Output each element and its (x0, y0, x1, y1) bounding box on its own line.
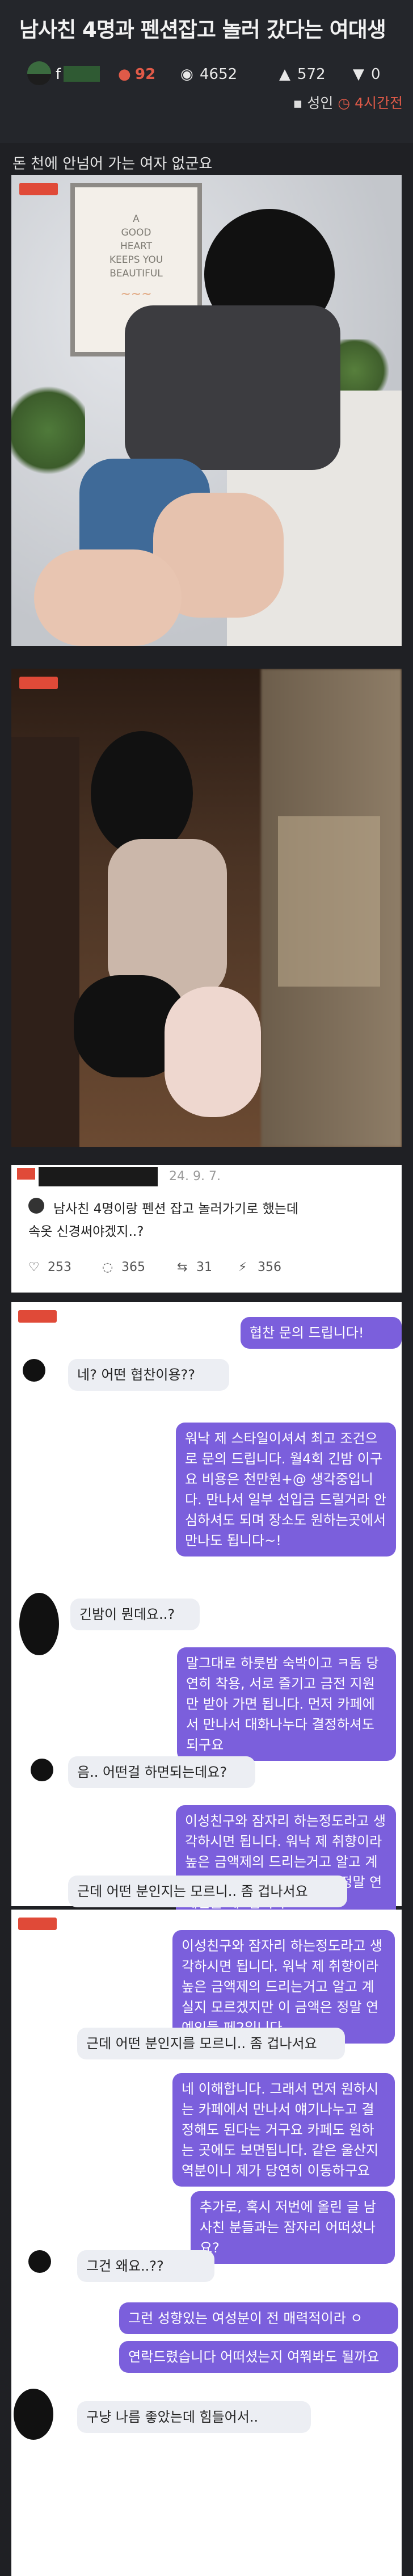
tweet-text-1: 남사친 4명이랑 펜션 잡고 놀러가기로 했는데 (53, 1202, 299, 1216)
watermark-logo (19, 183, 58, 195)
tweet-replies: 365 (121, 1260, 145, 1274)
chat-message: 말그대로 하룻밤 숙박이고 ㅋ돔 당연히 착용, 서로 즐기고 금전 지원만 받… (177, 1647, 396, 1761)
chat-message: 협찬 문의 드립니다! (241, 1317, 402, 1349)
tweet-retweets: 31 (196, 1260, 212, 1274)
blurred-face (91, 731, 193, 856)
frame-line: HEART (120, 241, 153, 252)
chat-message: 그건 왜요..?? (77, 2250, 214, 2282)
frame-line: KEEPS YOU (109, 254, 163, 266)
like-count: 572 (297, 66, 326, 83)
chat-message: 근데 어떤 분인지는 모르니.. 좀 겁나서요 (68, 1876, 347, 1907)
tweet-text-2: 속옷 신경써야겠지..? (28, 1224, 144, 1239)
category[interactable]: 성인 (307, 95, 333, 111)
tweet-avatar (28, 1198, 44, 1214)
watermark-logo (18, 1310, 57, 1323)
tweet-card: 24. 9. 7. 남사친 4명이랑 펜션 잡고 놀러가기로 했는데 속옷 신경… (11, 1165, 402, 1293)
comment-icon: ● (118, 66, 131, 83)
sweater (125, 305, 340, 470)
heart-icon[interactable]: ♡ (28, 1260, 40, 1274)
author-name-blur (64, 66, 100, 82)
chat-message: 추가로, 혹시 저번에 올린 글 남사친 분들과는 잠자리 어떠셨나요? (191, 2191, 395, 2264)
frame-line: BEAUTIFUL (109, 268, 163, 279)
retweet-icon[interactable]: ⇆ (177, 1260, 187, 1274)
tweet-views: 356 (258, 1260, 281, 1274)
chat-message: 네 이해합니다. 그래서 먼저 원하시는 카페에서 만나서 얘기나누고 결정해도… (172, 2073, 395, 2187)
photo-1: A GOOD HEART KEEPS YOU BEAUTIFUL ~~~ (11, 175, 402, 646)
blurred-avatar (19, 1593, 59, 1655)
reply-icon[interactable]: ◌ (102, 1260, 113, 1274)
dislike-icon[interactable]: ▼ (353, 66, 364, 83)
chat-message: 네? 어떤 협찬이용?? (68, 1359, 229, 1391)
post-stats: f ● 92 ◉ 4652 ▲ 572 ▼ 0 (24, 61, 398, 89)
photo-2 (11, 669, 402, 1147)
comment-count[interactable]: 92 (135, 66, 155, 83)
views-icon: ⚡ (238, 1260, 247, 1274)
chat-message: 이성친구와 잠자리 하는정도라고 생각하시면 됩니다. 워낙 제 취향이라 높은… (172, 1930, 395, 2044)
chat-message: 그런 성향있는 여성분이 전 매력적이라 ㅇ (119, 2302, 398, 2334)
post-time: 4시간전 (355, 95, 403, 111)
view-icon: ◉ (180, 66, 193, 83)
frame-line: GOOD (121, 227, 151, 238)
author-avatar[interactable] (27, 61, 51, 85)
chat-message: 워낙 제 스타일이셔서 최고 조건으로 문의 드립니다. 월4회 긴밤 이구요 … (176, 1423, 396, 1556)
chat-screenshot-2: 이성친구와 잠자리 하는정도라고 생각하시면 됩니다. 워낙 제 취향이라 높은… (11, 1910, 402, 2576)
chat-screenshot-1: 협찬 문의 드립니다! 네? 어떤 협찬이용?? 워낙 제 스타일이셔서 최고 … (11, 1302, 402, 1919)
post-title: 남사친 4명과 펜션잡고 놀러 갔다는 여대생 (19, 18, 386, 42)
post-intro: 돈 천에 안넘어 가는 여자 없군요 (12, 156, 213, 173)
author-name[interactable]: f (56, 66, 61, 83)
dislike-count: 0 (371, 66, 381, 83)
chat-message: 근데 어떤 분인지를 모르니.. 좀 겁나서요 (77, 2028, 345, 2059)
chat-message: 긴밤이 뭔데요..? (70, 1599, 200, 1630)
clock-icon: ◷ (338, 95, 355, 111)
chat-message: 음.. 어떤걸 하면되는데요? (68, 1756, 255, 1788)
like-icon[interactable]: ▲ (279, 66, 290, 83)
post-meta: ▪ 성인 ◷ 4시간전 (293, 92, 403, 112)
post-header: 남사친 4명과 펜션잡고 놀러 갔다는 여대생 f ● 92 ◉ 4652 ▲ … (0, 0, 413, 143)
redacted-name (39, 1167, 158, 1186)
tweet-likes: 253 (48, 1260, 71, 1274)
view-count: 4652 (200, 66, 238, 83)
blurred-avatar (23, 1359, 45, 1382)
blurred-avatar (31, 1759, 53, 1781)
category-icon: ▪ (293, 95, 307, 111)
chat-message: 구냥 나름 좋았는데 힘들어서.. (77, 2401, 311, 2433)
watermark-logo (18, 1918, 57, 1930)
blurred-avatar (28, 2250, 51, 2273)
top (108, 839, 227, 998)
blurred-avatar (14, 2389, 53, 2440)
frame-line: A (133, 213, 140, 225)
tweet-date: 24. 9. 7. (169, 1169, 221, 1184)
watermark-logo (19, 677, 58, 689)
chat-message: 연락드렸습니다 어떠셨는지 여쭤봐도 될까요 (119, 2341, 398, 2373)
